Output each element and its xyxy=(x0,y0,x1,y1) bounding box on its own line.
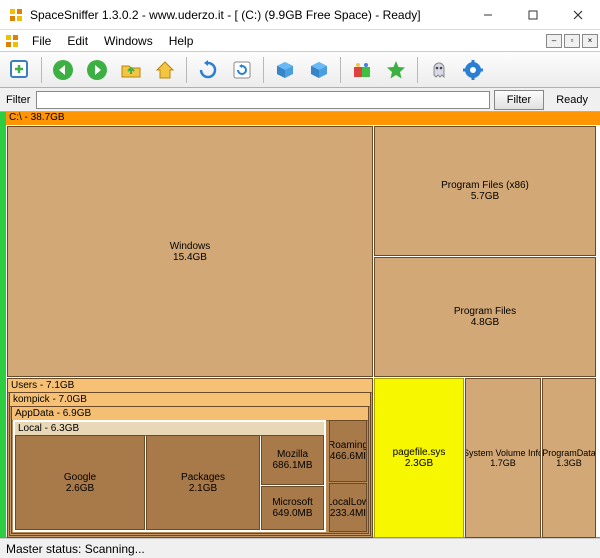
filter-button[interactable]: Filter xyxy=(494,90,544,110)
close-button[interactable] xyxy=(555,0,600,30)
block-microsoft[interactable]: Microsoft649.0MB xyxy=(261,486,324,530)
status-text: Master status: Scanning... xyxy=(6,542,145,556)
toolbar-separator xyxy=(263,57,264,83)
block-label: Google2.6GB xyxy=(64,472,96,494)
window-title: SpaceSniffer 1.3.0.2 - www.uderzo.it - [… xyxy=(30,8,465,22)
mdi-restore[interactable]: ▫ xyxy=(564,34,580,48)
lego-button[interactable] xyxy=(346,54,378,86)
forward-button[interactable] xyxy=(81,54,113,86)
block-users[interactable]: Users - 7.1GB kompick - 7.0GB AppData - … xyxy=(7,378,373,538)
toolbar xyxy=(0,52,600,88)
block-locallow[interactable]: LocalLow233.4MI xyxy=(329,483,367,532)
title-bar: SpaceSniffer 1.3.0.2 - www.uderzo.it - [… xyxy=(0,0,600,30)
app-icon xyxy=(8,7,24,23)
cube-2-button[interactable] xyxy=(303,54,335,86)
maximize-button[interactable] xyxy=(510,0,555,30)
filter-bar: Filter Filter Ready xyxy=(0,88,600,112)
status-bar: Master status: Scanning... xyxy=(0,538,600,558)
folder-up-button[interactable] xyxy=(115,54,147,86)
ghost-button[interactable] xyxy=(423,54,455,86)
block-label: Program Files (x86)5.7GB xyxy=(441,180,529,202)
kompick-header: kompick - 7.0GB xyxy=(10,393,370,407)
menu-help[interactable]: Help xyxy=(161,32,202,50)
menu-edit[interactable]: Edit xyxy=(59,32,96,50)
mdi-minimize[interactable]: – xyxy=(546,34,562,48)
menu-bar: File Edit Windows Help – ▫ × xyxy=(0,30,600,52)
menu-windows[interactable]: Windows xyxy=(96,32,161,50)
block-packages[interactable]: Packages2.1GB xyxy=(146,435,260,530)
block-programdata[interactable]: ProgramData1.3GB xyxy=(542,378,596,538)
refresh-button[interactable] xyxy=(192,54,224,86)
block-label: pagefile.sys2.3GB xyxy=(393,447,446,469)
cube-1-button[interactable] xyxy=(269,54,301,86)
appdata-header: AppData - 6.9GB xyxy=(12,407,368,421)
block-label: System Volume Info1.7GB xyxy=(465,448,541,468)
toolbar-separator xyxy=(186,57,187,83)
free-space-stripe[interactable] xyxy=(0,112,6,537)
block-label: Packages2.1GB xyxy=(181,472,225,494)
block-label: Roaming466.6MI xyxy=(329,440,367,462)
block-svi[interactable]: System Volume Info1.7GB xyxy=(465,378,541,538)
toolbar-separator xyxy=(340,57,341,83)
back-button[interactable] xyxy=(47,54,79,86)
new-scan-button[interactable] xyxy=(4,54,36,86)
block-roaming[interactable]: Roaming466.6MI xyxy=(329,420,367,482)
users-header: Users - 7.1GB xyxy=(8,379,372,393)
block-label: Microsoft649.0MB xyxy=(272,497,313,519)
filter-status: Ready xyxy=(548,94,596,106)
filter-label: Filter xyxy=(4,94,32,106)
menu-file[interactable]: File xyxy=(24,32,59,50)
block-label: Mozilla686.1MB xyxy=(272,449,312,471)
block-local[interactable]: Local - 6.3GB Google2.6GB Packages2.1GB … xyxy=(13,420,326,532)
filter-input[interactable] xyxy=(36,91,489,109)
block-windows[interactable]: Windows15.4GB xyxy=(7,126,373,377)
mdi-close[interactable]: × xyxy=(582,34,598,48)
gear-button[interactable] xyxy=(457,54,489,86)
block-label: ProgramData1.3GB xyxy=(542,448,596,468)
refresh-partial-button[interactable] xyxy=(226,54,258,86)
local-header: Local - 6.3GB xyxy=(15,422,324,436)
root-header[interactable]: C:\ - 38.7GB xyxy=(6,112,600,125)
star-button[interactable] xyxy=(380,54,412,86)
block-program-files-x86[interactable]: Program Files (x86)5.7GB xyxy=(374,126,596,256)
toolbar-separator xyxy=(417,57,418,83)
block-google[interactable]: Google2.6GB xyxy=(15,435,145,530)
block-label: Program Files4.8GB xyxy=(454,306,516,328)
block-label: LocalLow233.4MI xyxy=(329,497,367,519)
block-program-files[interactable]: Program Files4.8GB xyxy=(374,257,596,377)
block-kompick[interactable]: kompick - 7.0GB AppData - 6.9GB Local - … xyxy=(9,392,371,536)
treemap[interactable]: C:\ - 38.7GB Windows15.4GB Program Files… xyxy=(0,112,600,538)
home-button[interactable] xyxy=(149,54,181,86)
app-icon-small xyxy=(4,33,20,49)
block-label: Windows15.4GB xyxy=(170,241,211,263)
block-pagefile[interactable]: pagefile.sys2.3GB xyxy=(374,378,464,538)
mdi-controls: – ▫ × xyxy=(546,34,598,48)
block-mozilla[interactable]: Mozilla686.1MB xyxy=(261,435,324,485)
toolbar-separator xyxy=(41,57,42,83)
minimize-button[interactable] xyxy=(465,0,510,30)
block-appdata[interactable]: AppData - 6.9GB Local - 6.3GB Google2.6G… xyxy=(11,406,369,534)
